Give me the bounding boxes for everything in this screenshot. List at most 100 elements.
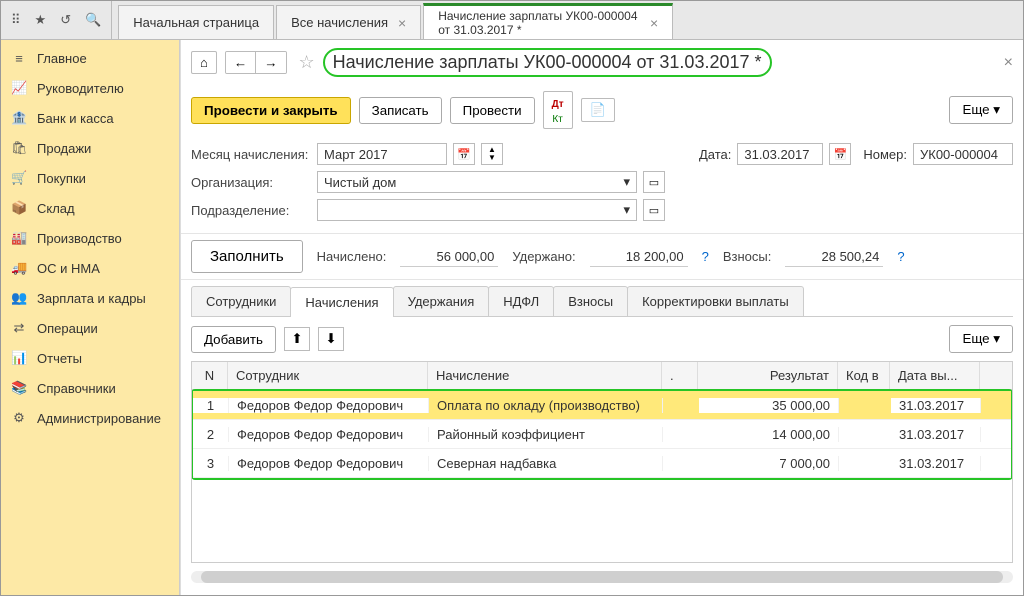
withheld-value: 18 200,00 <box>590 247 688 267</box>
month-field[interactable]: Март 2017 <box>317 143 447 165</box>
close-icon[interactable]: × <box>650 15 658 31</box>
books-icon: 📚 <box>11 380 27 396</box>
date-field[interactable]: 31.03.2017 <box>737 143 823 165</box>
page-title: Начисление зарплаты УК00-000004 от 31.03… <box>323 48 772 77</box>
history-icon[interactable]: ↺ <box>60 12 71 28</box>
grid-more-button[interactable]: Еще <box>949 325 1013 353</box>
fill-button[interactable]: Заполнить <box>191 240 303 273</box>
close-icon[interactable]: × <box>398 15 406 31</box>
move-up-button[interactable]: ⬆ <box>284 327 310 351</box>
month-label: Месяц начисления: <box>191 147 311 162</box>
col-employee[interactable]: Сотрудник <box>228 362 428 389</box>
toolbar: Провести и закрыть Записать Провести ДтК… <box>181 85 1023 135</box>
dtkt-button[interactable]: ДтКт <box>543 91 573 129</box>
sidebar-item-assets[interactable]: 🚚ОС и НМА <box>1 253 179 283</box>
col-accrual[interactable]: Начисление <box>428 362 662 389</box>
subtab-corrections[interactable]: Корректировки выплаты <box>627 286 804 316</box>
topbar-icons: ⠿ ★ ↺ 🔍 <box>1 1 112 39</box>
sidebar-item-reports[interactable]: 📊Отчеты <box>1 343 179 373</box>
horizontal-scrollbar[interactable] <box>191 571 1013 583</box>
org-open-icon[interactable]: ▭ <box>643 171 665 193</box>
cart-icon: 🛒 <box>11 170 27 186</box>
subtabs: Сотрудники Начисления Удержания НДФЛ Взн… <box>191 286 1013 317</box>
search-icon[interactable]: 🔍 <box>85 12 101 28</box>
sidebar: ≡Главное 📈Руководителю 🏦Банк и касса 🛍Пр… <box>1 40 180 595</box>
table-row[interactable]: 1 Федоров Федор Федорович Оплата по окла… <box>193 391 1011 420</box>
sidebar-item-main[interactable]: ≡Главное <box>1 44 179 73</box>
accrued-label: Начислено: <box>317 249 387 264</box>
date-picker-icon[interactable]: 📅 <box>829 143 851 165</box>
attach-button[interactable]: 📄 <box>581 98 615 122</box>
org-field[interactable]: Чистый дом▾ <box>317 171 637 193</box>
org-label: Организация: <box>191 175 311 190</box>
sidebar-item-sales[interactable]: 🛍Продажи <box>1 133 179 163</box>
subtab-ndfl[interactable]: НДФЛ <box>488 286 554 316</box>
sidebar-item-purchase[interactable]: 🛒Покупки <box>1 163 179 193</box>
grid-header: N Сотрудник Начисление . Результат Код в… <box>192 362 1012 390</box>
subtab-contrib[interactable]: Взносы <box>553 286 628 316</box>
subtab-deductions[interactable]: Удержания <box>393 286 490 316</box>
back-button[interactable]: ← <box>226 52 256 73</box>
number-field[interactable]: УК00-000004 <box>913 143 1013 165</box>
bars-icon: 📊 <box>11 350 27 366</box>
window-tabs: Начальная страница Все начисления× Начис… <box>112 1 675 39</box>
contrib-value: 28 500,24 <box>785 247 883 267</box>
sidebar-item-salary[interactable]: 👥Зарплата и кадры <box>1 283 179 313</box>
sidebar-item-production[interactable]: 🏭Производство <box>1 223 179 253</box>
chart-icon: 📈 <box>11 80 27 96</box>
sidebar-item-admin[interactable]: ⚙Администрирование <box>1 403 179 433</box>
tab-current-doc[interactable]: Начисление зарплаты УК00-000004 от 31.03… <box>423 3 673 39</box>
factory-icon: 🏭 <box>11 230 27 246</box>
month-stepper[interactable]: ▲▼ <box>481 143 503 165</box>
sidebar-item-stock[interactable]: 📦Склад <box>1 193 179 223</box>
table-row[interactable]: 3 Федоров Федор Федорович Северная надба… <box>193 449 1011 478</box>
highlighted-rows: 1 Федоров Федор Федорович Оплата по окла… <box>191 389 1013 480</box>
move-down-button[interactable]: ⬇ <box>318 327 344 351</box>
table-row[interactable]: 2 Федоров Федор Федорович Районный коэфф… <box>193 420 1011 449</box>
home-button[interactable]: ⌂ <box>191 51 217 74</box>
sidebar-item-ops[interactable]: ⇄Операции <box>1 313 179 343</box>
help-icon[interactable]: ? <box>897 249 904 264</box>
sidebar-item-bank[interactable]: 🏦Банк и касса <box>1 103 179 133</box>
calendar-icon[interactable]: 📅 <box>453 143 475 165</box>
body: ≡Главное 📈Руководителю 🏦Банк и касса 🛍Пр… <box>1 40 1023 595</box>
favorite-icon[interactable]: ☆ <box>299 52 315 73</box>
subtab-accruals[interactable]: Начисления <box>290 287 393 317</box>
accruals-grid: N Сотрудник Начисление . Результат Код в… <box>191 361 1013 563</box>
dept-open-icon[interactable]: ▭ <box>643 199 665 221</box>
date-label: Дата: <box>699 147 731 162</box>
tab-all-accruals[interactable]: Все начисления× <box>276 5 421 39</box>
top-bar: ⠿ ★ ↺ 🔍 Начальная страница Все начислени… <box>1 1 1023 40</box>
col-ext[interactable]: . <box>662 362 698 389</box>
sidebar-item-refs[interactable]: 📚Справочники <box>1 373 179 403</box>
save-button[interactable]: Записать <box>359 97 442 124</box>
help-icon[interactable]: ? <box>702 249 709 264</box>
apps-icon[interactable]: ⠿ <box>11 12 21 28</box>
grid-toolbar: Добавить ⬆ ⬇ Еще <box>181 317 1023 361</box>
subtab-employees[interactable]: Сотрудники <box>191 286 291 316</box>
star-icon[interactable]: ★ <box>35 12 47 28</box>
dept-field[interactable]: ▾ <box>317 199 637 221</box>
tab-home[interactable]: Начальная страница <box>118 5 274 39</box>
forward-button[interactable]: → <box>256 52 285 73</box>
app-window: ⠿ ★ ↺ 🔍 Начальная страница Все начислени… <box>0 0 1024 596</box>
people-icon: 👥 <box>11 290 27 306</box>
swap-icon: ⇄ <box>11 320 27 336</box>
post-and-close-button[interactable]: Провести и закрыть <box>191 97 351 124</box>
col-n[interactable]: N <box>192 362 228 389</box>
post-button[interactable]: Провести <box>450 97 535 124</box>
box-icon: 📦 <box>11 200 27 216</box>
more-button[interactable]: Еще <box>949 96 1013 124</box>
main: ⌂ ← → ☆ Начисление зарплаты УК00-000004 … <box>180 40 1023 595</box>
nav-group: ← → <box>225 51 287 74</box>
col-result[interactable]: Результат <box>698 362 838 389</box>
sidebar-item-manager[interactable]: 📈Руководителю <box>1 73 179 103</box>
add-row-button[interactable]: Добавить <box>191 326 276 353</box>
col-code[interactable]: Код в <box>838 362 890 389</box>
truck-icon: 🚚 <box>11 260 27 276</box>
col-date[interactable]: Дата вы... <box>890 362 980 389</box>
close-page-button[interactable]: × <box>1004 54 1013 72</box>
gear-icon: ⚙ <box>11 410 27 426</box>
withheld-label: Удержано: <box>512 249 575 264</box>
number-label: Номер: <box>863 147 907 162</box>
